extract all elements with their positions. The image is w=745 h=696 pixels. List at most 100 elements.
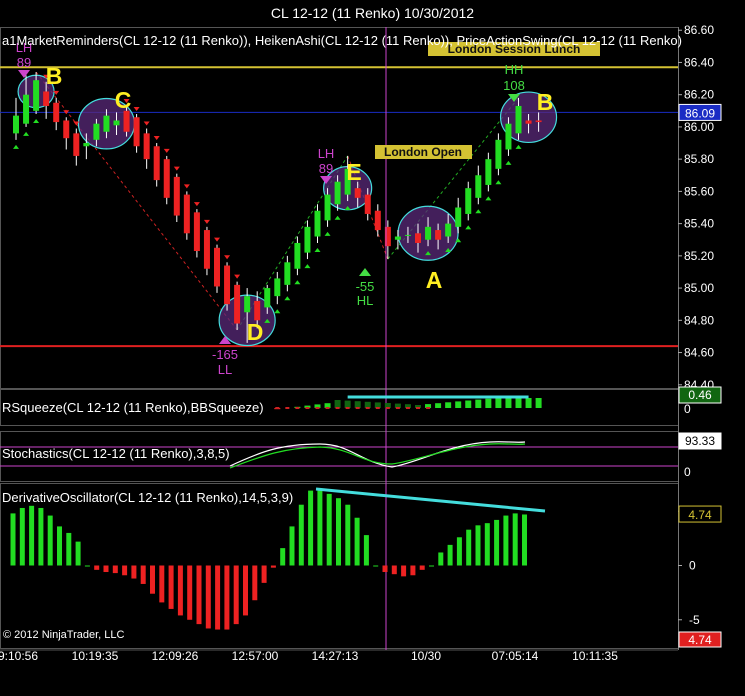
squeeze-dot <box>385 407 390 409</box>
deriv-bar <box>447 544 453 566</box>
squeeze-bar <box>455 401 462 408</box>
stochastics-panel[interactable]: Stochastics(CL 12-12 (11 Renko),3,8,5) <box>0 441 678 469</box>
deriv-bar <box>438 552 444 566</box>
deriv-bar <box>66 532 72 566</box>
deriv-bar <box>475 525 481 566</box>
deriv-bar <box>494 519 500 566</box>
bear-candle <box>173 176 180 216</box>
deriv-bar <box>19 507 25 566</box>
bull-trend-arrow <box>274 309 281 314</box>
swing-label: 89 <box>17 55 31 70</box>
bull-candle <box>103 115 110 132</box>
deriv-bar <box>382 565 388 573</box>
bear-candle <box>234 284 241 324</box>
squeeze-dot <box>395 407 400 409</box>
deriv-low-label: 4.74 <box>688 633 712 647</box>
deriv-bar <box>150 565 155 594</box>
pattern-letter: D <box>247 319 264 345</box>
deriv-bar <box>522 514 527 566</box>
y-tick-label: 84.60 <box>684 346 714 360</box>
bear-candle <box>43 91 50 106</box>
x-tick-label: 07:05:14 <box>492 649 539 663</box>
x-tick-label: 10/30 <box>411 649 441 663</box>
bull-candle <box>495 139 502 169</box>
deriv-bar <box>224 565 230 630</box>
bear-trend-arrow <box>224 255 231 260</box>
squeeze-dot <box>355 407 360 409</box>
bear-candle <box>53 102 60 123</box>
bull-candle <box>394 236 401 240</box>
bear-candle <box>374 210 381 231</box>
bull-candle <box>264 288 271 308</box>
squeeze-dot <box>335 407 340 409</box>
bull-candle <box>455 207 462 227</box>
squeeze-dot <box>305 407 310 409</box>
deriv-bar <box>10 513 16 566</box>
bull-trend-arrow <box>314 247 321 252</box>
bull-trend-arrow <box>304 264 311 269</box>
bull-candle <box>23 94 30 124</box>
y-tick-label: 85.00 <box>684 281 714 295</box>
bull-candle <box>425 226 432 240</box>
swing-marker <box>359 268 371 276</box>
deriv-bar <box>410 565 416 576</box>
session-label-open: London Open <box>384 145 462 159</box>
bull-trend-arrow <box>294 280 301 285</box>
bull-candle <box>324 194 331 221</box>
bear-candle <box>143 133 150 160</box>
bull-candle <box>33 80 40 111</box>
squeeze-dot <box>365 407 370 409</box>
deriv-bar <box>243 565 248 616</box>
x-tick-label: 10:11:35 <box>572 649 618 663</box>
deriv-bar <box>345 504 351 566</box>
squeeze-dot <box>375 407 380 409</box>
chart-canvas[interactable]: London Session LunchLondon OpenLH89LH89-… <box>0 0 745 696</box>
y-tick-label: 85.20 <box>684 249 714 263</box>
deriv-bar <box>308 490 314 566</box>
pattern-letter: B <box>537 89 554 115</box>
x-tick-label: 9:10:56 <box>0 649 38 663</box>
bear-trend-arrow <box>203 219 210 224</box>
bull-trend-arrow <box>505 160 512 165</box>
deriv-bar <box>94 565 100 570</box>
squeeze-bar <box>515 398 522 408</box>
bear-candle <box>525 120 532 124</box>
deriv-bar <box>196 565 202 625</box>
deriv-bar <box>373 565 379 567</box>
squeeze-panel[interactable]: RSqueeze(CL 12-12 (11 Renko),BBSqueeze) <box>2 395 542 415</box>
deriv-bar <box>289 526 295 566</box>
current-price-label: 86.09 <box>685 106 715 120</box>
deriv-bar <box>47 515 53 566</box>
swing-label: -165 <box>212 347 238 362</box>
bear-candle <box>224 265 231 305</box>
bear-candle <box>435 230 442 240</box>
squeeze-dot <box>285 407 290 409</box>
deriv-bar <box>252 565 258 601</box>
bull-candle <box>505 123 512 150</box>
pattern-letter: E <box>346 159 361 185</box>
swing-label: HH <box>505 62 524 77</box>
bull-trend-arrow <box>33 119 40 124</box>
y-tick-label: 84.80 <box>684 313 714 327</box>
swing-label: 89 <box>319 161 333 176</box>
deriv-bar <box>317 490 323 566</box>
derivative-oscillator-panel[interactable]: DerivativeOscillator(CL 12-12 (11 Renko)… <box>2 487 546 641</box>
copyright: © 2012 NinjaTrader, LLC <box>3 629 124 641</box>
squeeze-bar <box>475 399 482 408</box>
deriv-bar <box>261 565 267 583</box>
bull-trend-arrow <box>23 131 30 136</box>
squeeze-dot <box>426 407 431 409</box>
bull-trend-arrow <box>515 144 522 149</box>
bear-candle <box>73 133 80 156</box>
deriv-bar <box>466 529 472 566</box>
bull-trend-arrow <box>485 196 492 201</box>
squeeze-bar <box>435 403 442 408</box>
bear-trend-arrow <box>173 166 180 171</box>
bear-candle <box>133 117 140 147</box>
deriv-bar <box>419 565 425 570</box>
squeeze-panel-label: RSqueeze(CL 12-12 (11 Renko),BBSqueeze) <box>2 400 264 415</box>
x-tick-label: 12:09:26 <box>152 649 199 663</box>
squeeze-bar <box>535 398 542 408</box>
bear-trend-arrow <box>214 237 220 242</box>
squeeze-bar <box>505 398 512 408</box>
